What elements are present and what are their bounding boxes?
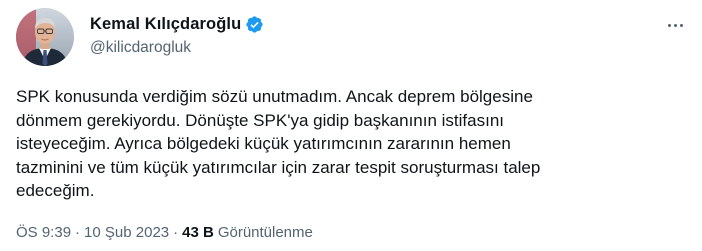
author-handle[interactable]: @kilicdarogluk (90, 39, 264, 57)
verified-badge-icon (245, 15, 264, 34)
dot-icon (673, 23, 677, 27)
author-names: Kemal Kılıçdaroğlu @kilicdarogluk (90, 13, 264, 57)
display-name-row: Kemal Kılıçdaroğlu (90, 13, 264, 35)
dot-icon (679, 23, 683, 27)
meta-separator: · (75, 224, 81, 241)
meta-separator: · (173, 224, 179, 241)
more-options-button[interactable] (664, 14, 686, 36)
tweet-meta: ÖS 9:39 · 10 Şub 2023 · 43 B Görüntülenm… (16, 224, 313, 241)
tweet-header: Kemal Kılıçdaroğlu @kilicdarogluk (16, 8, 686, 66)
display-name[interactable]: Kemal Kılıçdaroğlu (90, 15, 241, 34)
tweet-card: Kemal Kılıçdaroğlu @kilicdarogluk SPK ko… (0, 0, 702, 251)
tweet-date[interactable]: 10 Şub 2023 (84, 224, 169, 241)
tweet-time[interactable]: ÖS 9:39 (16, 224, 71, 241)
avatar[interactable] (16, 8, 74, 66)
dot-icon (667, 23, 671, 27)
views-count: 43 B (182, 224, 214, 241)
tweet-text: SPK konusunda verdiğim sözü unutmadım. A… (16, 87, 541, 200)
avatar-photo (16, 8, 74, 66)
views-label: Görüntülenme (217, 224, 313, 241)
